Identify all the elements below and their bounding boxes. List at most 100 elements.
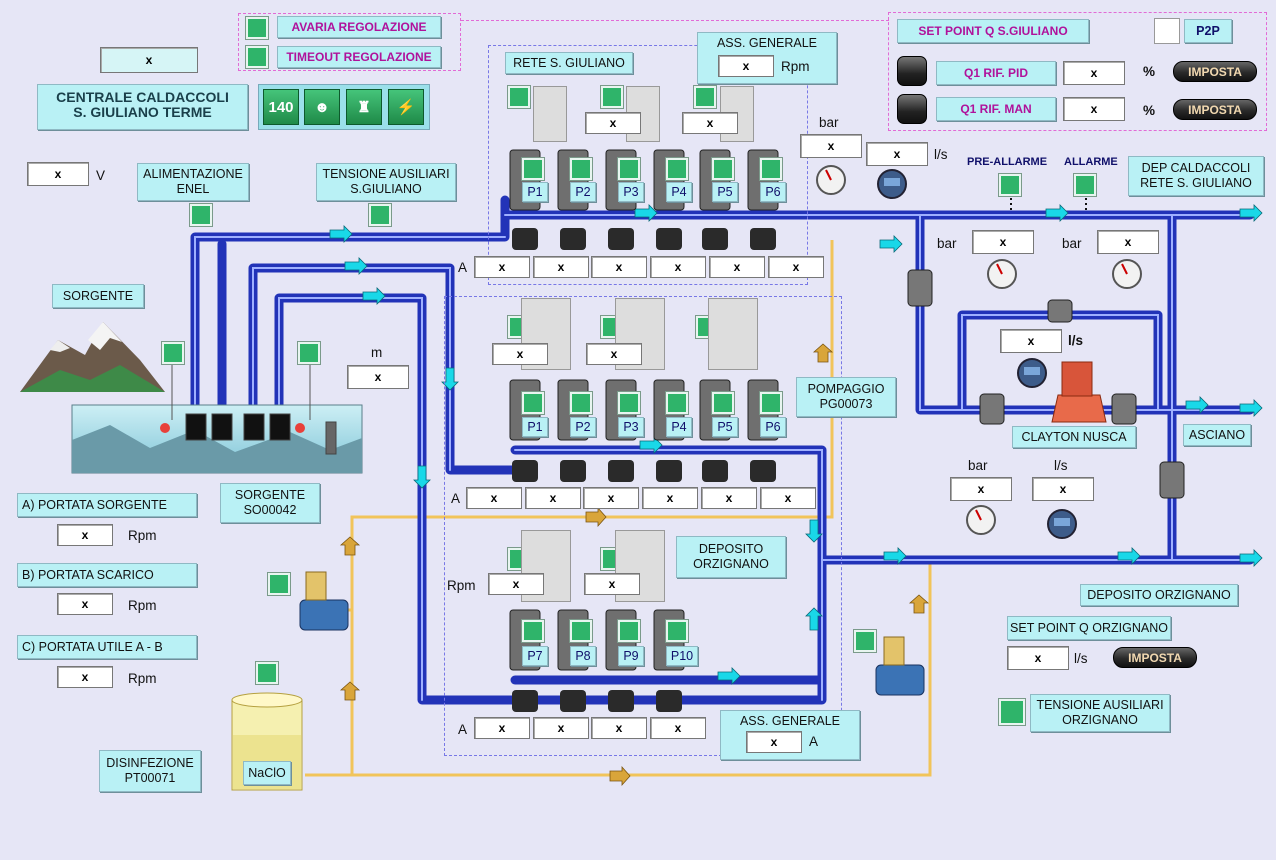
flow-value[interactable]: x bbox=[1032, 477, 1094, 501]
pump-status bbox=[618, 620, 640, 642]
pump-status bbox=[712, 158, 734, 180]
man-value[interactable]: x bbox=[1063, 97, 1125, 121]
tens-orz-status bbox=[999, 699, 1025, 725]
inverter-icon bbox=[533, 86, 567, 142]
amp-value[interactable]: x bbox=[642, 487, 698, 509]
asciano-label: ASCIANO bbox=[1183, 424, 1251, 446]
pre-allarme-label: PRE-ALLARME bbox=[967, 156, 1048, 168]
amp-value[interactable]: x bbox=[591, 717, 647, 739]
sorgente-status bbox=[298, 342, 320, 364]
volt-unit: V bbox=[96, 168, 106, 183]
pump-label: P3 bbox=[618, 417, 644, 437]
pid-imposta-button[interactable]: IMPOSTA bbox=[1173, 61, 1257, 82]
pid-label: Q1 RIF. PID bbox=[936, 61, 1056, 85]
deposito-orz-label-2: DEPOSITO ORZIGNANO bbox=[1080, 584, 1238, 606]
amp-value[interactable]: x bbox=[701, 487, 757, 509]
rete-title: RETE S. GIULIANO bbox=[505, 52, 633, 74]
level-value[interactable]: x bbox=[347, 365, 409, 389]
alien-icon[interactable]: ☻ bbox=[304, 89, 340, 125]
amp-value[interactable]: x bbox=[709, 256, 765, 278]
pump-status bbox=[570, 392, 592, 414]
man-toggle[interactable] bbox=[897, 94, 927, 124]
pid-unit: % bbox=[1143, 64, 1156, 79]
bar-value[interactable]: x bbox=[950, 477, 1012, 501]
pump-label: P10 bbox=[666, 646, 698, 666]
amp-value[interactable]: x bbox=[466, 487, 522, 509]
man-imposta-button[interactable]: IMPOSTA bbox=[1173, 99, 1257, 120]
amp-unit: A bbox=[458, 260, 468, 275]
bar-value[interactable]: x bbox=[1097, 230, 1159, 254]
amp-value[interactable]: x bbox=[525, 487, 581, 509]
rpm-unit: Rpm bbox=[128, 671, 157, 686]
pid-toggle[interactable] bbox=[897, 56, 927, 86]
pre-allarme-status bbox=[999, 174, 1021, 196]
ass-low-unit: A bbox=[809, 734, 819, 749]
clayton-valve bbox=[1051, 394, 1107, 423]
amp-value[interactable]: x bbox=[533, 256, 589, 278]
pid-value[interactable]: x bbox=[1063, 61, 1125, 85]
bar-value[interactable]: x bbox=[972, 230, 1034, 254]
amp-value[interactable]: x bbox=[768, 256, 824, 278]
amp-value[interactable]: x bbox=[650, 256, 706, 278]
ass-top-unit: Rpm bbox=[781, 59, 810, 74]
level-unit: m bbox=[371, 345, 383, 360]
avaria-indicator bbox=[246, 17, 268, 39]
man-unit: % bbox=[1143, 103, 1156, 118]
dosing-status bbox=[854, 630, 876, 652]
portata-b-value[interactable]: x bbox=[57, 593, 113, 615]
dosing-status bbox=[268, 573, 290, 595]
pump-label: P7 bbox=[522, 646, 548, 666]
flow-value[interactable]: x bbox=[866, 142, 928, 166]
inv-value[interactable]: x bbox=[586, 343, 642, 365]
rpm-unit: Rpm bbox=[447, 578, 476, 593]
sp-orz-imposta-button[interactable]: IMPOSTA bbox=[1113, 647, 1197, 668]
pump-label: P1 bbox=[522, 417, 548, 437]
avaria-label: AVARIA REGOLAZIONE bbox=[277, 16, 441, 38]
amp-value[interactable]: x bbox=[533, 717, 589, 739]
pump-label: P5 bbox=[712, 417, 738, 437]
amp-value[interactable]: x bbox=[650, 717, 706, 739]
amp-value[interactable]: x bbox=[583, 487, 639, 509]
bar-unit: bar bbox=[1062, 236, 1082, 251]
inv-value[interactable]: x bbox=[584, 573, 640, 595]
pump-status bbox=[618, 158, 640, 180]
flow-value[interactable]: x bbox=[1000, 329, 1062, 353]
bar-unit: bar bbox=[968, 458, 988, 473]
pump-label: P5 bbox=[712, 182, 738, 202]
inv-status bbox=[601, 86, 623, 108]
beacon-icon[interactable]: ♜ bbox=[346, 89, 382, 125]
pump-label: P8 bbox=[570, 646, 596, 666]
portata-c-value[interactable]: x bbox=[57, 666, 113, 688]
inv-value[interactable]: x bbox=[488, 573, 544, 595]
man-label: Q1 RIF. MAN bbox=[936, 97, 1056, 121]
volt-value[interactable]: x bbox=[27, 162, 89, 186]
amp-value[interactable]: x bbox=[591, 256, 647, 278]
pump-status bbox=[666, 392, 688, 414]
bar-value[interactable]: x bbox=[800, 134, 862, 158]
ass-top-value[interactable]: x bbox=[718, 55, 774, 77]
portata-a: A) PORTATA SORGENTE bbox=[17, 493, 197, 517]
amp-value[interactable]: x bbox=[760, 487, 816, 509]
header-field[interactable]: x bbox=[100, 47, 198, 73]
counter-button[interactable]: 140 bbox=[263, 89, 299, 125]
portata-a-value[interactable]: x bbox=[57, 524, 113, 546]
inv-value[interactable]: x bbox=[682, 112, 738, 134]
pump-label: P9 bbox=[618, 646, 644, 666]
pump-label: P1 bbox=[522, 182, 548, 202]
amp-value[interactable]: x bbox=[474, 717, 530, 739]
pump-label: P2 bbox=[570, 417, 596, 437]
pump-label: P4 bbox=[666, 417, 692, 437]
inv-value[interactable]: x bbox=[492, 343, 548, 365]
inv-value[interactable]: x bbox=[585, 112, 641, 134]
sp-orz-value[interactable]: x bbox=[1007, 646, 1069, 670]
ass-low-value[interactable]: x bbox=[746, 731, 802, 753]
station-title: CENTRALE CALDACCOLI S. GIULIANO TERME bbox=[37, 84, 248, 130]
mountain-illustration bbox=[20, 322, 165, 392]
sorgente-label: SORGENTE bbox=[52, 284, 144, 308]
flow-unit: l/s bbox=[1054, 458, 1068, 473]
lightning-icon[interactable]: ⚡ bbox=[388, 89, 424, 125]
timeout-indicator bbox=[246, 46, 268, 68]
amp-value[interactable]: x bbox=[474, 256, 530, 278]
dep-cald-label: DEP CALDACCOLI RETE S. GIULIANO bbox=[1128, 156, 1264, 196]
sp-sg-title: SET POINT Q S.GIULIANO bbox=[897, 19, 1089, 43]
